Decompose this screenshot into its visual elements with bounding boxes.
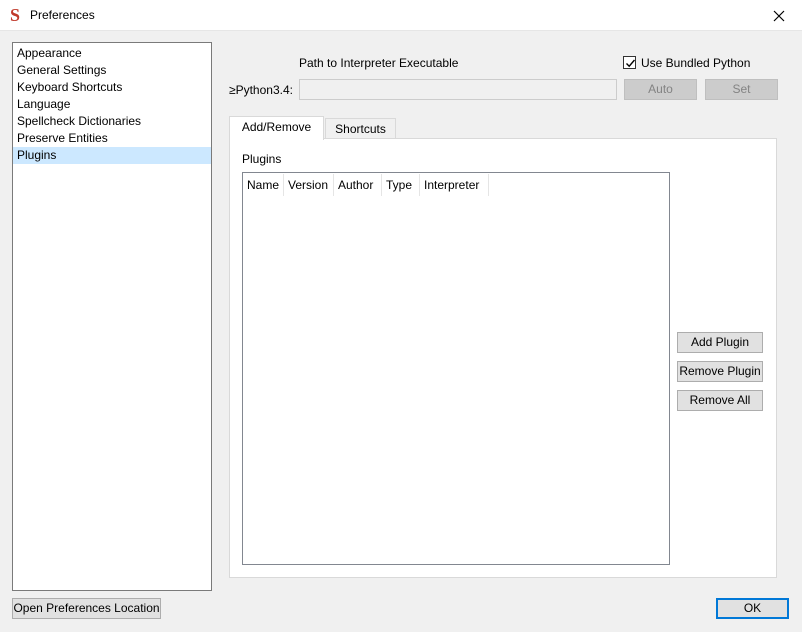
plugins-table[interactable]: Name Version Author Type Interpreter [242, 172, 670, 565]
checkmark-icon [626, 59, 636, 68]
set-button[interactable]: Set [705, 79, 778, 100]
column-header-name[interactable]: Name [243, 174, 284, 196]
title-bar: S Preferences [0, 0, 802, 31]
column-header-author[interactable]: Author [334, 174, 382, 196]
sidebar-item-preserve-entities[interactable]: Preserve Entities [13, 130, 211, 147]
remove-all-button[interactable]: Remove All [677, 390, 763, 411]
interpreter-path-label: Path to Interpreter Executable [299, 56, 459, 70]
tab-add-remove[interactable]: Add/Remove [229, 116, 324, 140]
ok-button[interactable]: OK [716, 598, 789, 619]
plugins-section-label: Plugins [242, 152, 282, 166]
sidebar-item-language[interactable]: Language [13, 96, 211, 113]
sidebar-item-keyboard-shortcuts[interactable]: Keyboard Shortcuts [13, 79, 211, 96]
window-title: Preferences [30, 8, 95, 22]
python-version-label: ≥Python3.4: [229, 83, 293, 97]
column-header-type[interactable]: Type [382, 174, 420, 196]
sidebar-item-spellcheck-dictionaries[interactable]: Spellcheck Dictionaries [13, 113, 211, 130]
use-bundled-python-checkbox[interactable] [623, 56, 636, 69]
close-button[interactable] [756, 0, 802, 31]
remove-plugin-button[interactable]: Remove Plugin [677, 361, 763, 382]
sidebar-item-plugins[interactable]: Plugins [13, 147, 211, 164]
sidebar-item-general-settings[interactable]: General Settings [13, 62, 211, 79]
add-plugin-button[interactable]: Add Plugin [677, 332, 763, 353]
sidebar-item-appearance[interactable]: Appearance [13, 45, 211, 62]
column-header-version[interactable]: Version [284, 174, 334, 196]
tab-shortcuts[interactable]: Shortcuts [325, 118, 396, 138]
close-icon [773, 10, 785, 21]
interpreter-path-field [299, 79, 617, 100]
auto-button[interactable]: Auto [624, 79, 697, 100]
open-preferences-location-button[interactable]: Open Preferences Location [12, 598, 161, 619]
column-header-interpreter[interactable]: Interpreter [420, 174, 489, 196]
sigil-app-icon: S [10, 5, 21, 25]
preferences-category-list[interactable]: Appearance General Settings Keyboard Sho… [12, 42, 212, 591]
use-bundled-python-label: Use Bundled Python [641, 56, 751, 70]
